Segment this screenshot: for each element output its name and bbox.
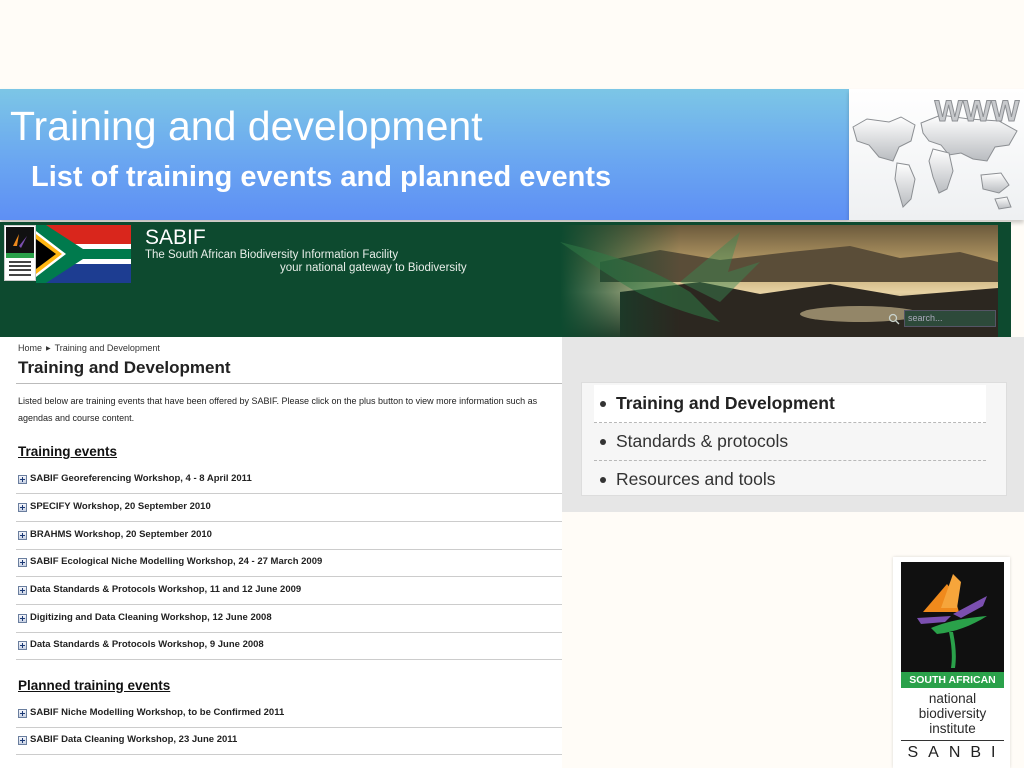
breadcrumb: Home ▶ Training and Development — [18, 343, 160, 353]
sanbi-divider — [901, 740, 1004, 741]
training-event-item[interactable]: SABIF Georeferencing Workshop, 4 - 8 Apr… — [16, 466, 562, 494]
sanbi-band-text: SOUTH AFRICAN — [901, 672, 1004, 688]
main-content: Home ▶ Training and Development Training a… — [0, 337, 562, 768]
sanbi-line: institute — [929, 721, 976, 736]
sanbi-small-logo — [4, 225, 36, 281]
sanbi-full-name: national biodiversity institute — [897, 691, 1008, 736]
strelitzia-flower-icon — [901, 562, 1004, 688]
www-text: WWW — [935, 95, 1021, 128]
expand-plus-icon[interactable] — [18, 736, 27, 745]
sanbi-line: national — [928, 691, 977, 706]
training-event-item[interactable]: SABIF Ecological Niche Modelling Worksho… — [16, 549, 562, 577]
sanbi-logo: SOUTH AFRICAN national biodiversity inst… — [893, 557, 1010, 768]
expand-plus-icon[interactable] — [18, 641, 27, 650]
expand-plus-icon[interactable] — [18, 614, 27, 623]
menu-item-resources-tools[interactable]: Resources and tools — [594, 461, 986, 499]
south-african-flag-icon — [36, 225, 131, 283]
slide-title: Training and development — [10, 103, 483, 149]
menu-item-training-development[interactable]: Training and Development — [594, 385, 986, 423]
training-event-item[interactable]: Digitizing and Data Cleaning Workshop, 1… — [16, 605, 562, 633]
sabif-logo-text: SABIF — [145, 226, 206, 249]
sanbi-line: biodiversity — [918, 706, 987, 721]
expand-plus-icon[interactable] — [18, 503, 27, 512]
title-divider — [16, 383, 562, 384]
expand-plus-icon[interactable] — [18, 709, 27, 718]
slide-title-banner: Training and development List of trainin… — [0, 89, 849, 220]
sabif-full-name: The South African Biodiversity Informati… — [145, 249, 399, 261]
bullet-icon — [600, 477, 606, 483]
training-events-heading: Training events — [18, 444, 118, 459]
expand-plus-icon[interactable] — [18, 475, 27, 484]
www-globe-graphic: WWW — [849, 89, 1024, 220]
expand-plus-icon[interactable] — [18, 558, 27, 567]
training-event-item[interactable]: BRAHMS Workshop, 20 September 2010 — [16, 522, 562, 550]
expand-plus-icon[interactable] — [18, 531, 27, 540]
planned-event-item[interactable]: SABIF Data Cleaning Workshop, 23 June 20… — [16, 727, 562, 755]
search-input[interactable]: search... — [904, 310, 996, 327]
side-menu-panel: Training and Development Standards & pro… — [562, 337, 1024, 512]
sabif-tagline: your national gateway to Biodiversity — [280, 262, 467, 274]
bullet-icon — [600, 401, 606, 407]
planned-event-item[interactable]: SABIF Niche Modelling Workshop, to be Co… — [16, 700, 562, 728]
bullet-icon — [600, 439, 606, 445]
sabif-site-header: SABIF The South African Biodiversity Inf… — [0, 222, 1011, 337]
page-title: Training and Development — [18, 358, 231, 377]
breadcrumb-current: Training and Development — [54, 343, 160, 353]
breadcrumb-separator-icon: ▶ — [46, 346, 51, 352]
world-map-icon: WWW — [852, 95, 1021, 210]
breadcrumb-home-link[interactable]: Home — [18, 343, 42, 353]
menu-item-standards-protocols[interactable]: Standards & protocols — [594, 423, 986, 461]
training-event-item[interactable]: Data Standards & Protocols Workshop, 9 J… — [16, 632, 562, 660]
expand-plus-icon[interactable] — [18, 586, 27, 595]
search-icon[interactable] — [888, 312, 900, 325]
sanbi-abbreviation: SANBI — [907, 744, 1006, 761]
side-menu: Training and Development Standards & pro… — [581, 382, 1007, 496]
intro-text: Listed below are training events that ha… — [18, 396, 538, 423]
training-event-item[interactable]: Data Standards & Protocols Workshop, 11 … — [16, 577, 562, 605]
planned-events-heading: Planned training events — [18, 678, 171, 693]
training-event-item[interactable]: SPECIFY Workshop, 20 September 2010 — [16, 494, 562, 522]
slide-subtitle: List of training events and planned even… — [31, 161, 612, 193]
